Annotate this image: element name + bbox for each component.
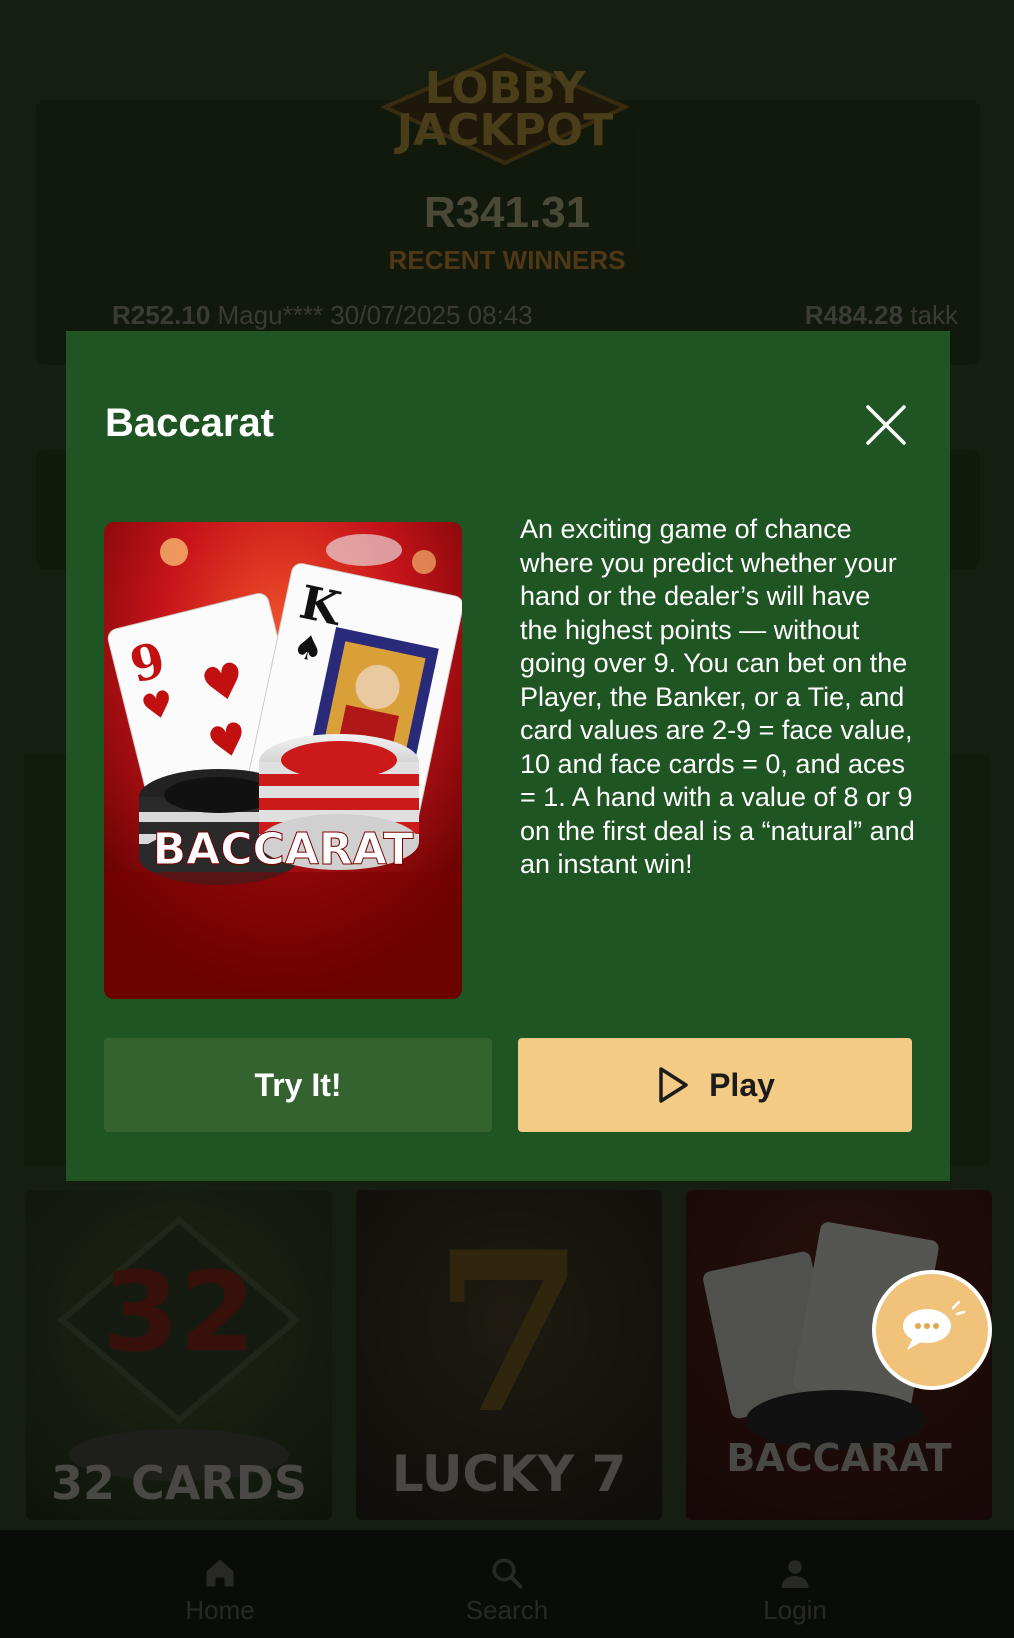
chat-icon: [903, 1300, 966, 1350]
game-description: An exciting game of chance where you pre…: [520, 514, 915, 879]
play-icon: [659, 1067, 688, 1103]
modal-title: Baccarat: [105, 401, 275, 445]
game-thumbnail: 9 ♥ ♥ ♥ K ♠ BACCARAT: [104, 522, 462, 999]
close-icon[interactable]: [864, 403, 908, 447]
chat-support-button[interactable]: [872, 1270, 992, 1390]
thumbnail-title: BACCARAT: [153, 824, 414, 875]
play-label: Play: [709, 1066, 775, 1103]
try-it-button[interactable]: Try It!: [104, 1038, 492, 1132]
game-info-modal: Baccarat 9 ♥ ♥ ♥ K ♠ BACCARAT An excitin…: [66, 331, 950, 1181]
play-button[interactable]: Play: [518, 1038, 912, 1132]
try-it-label: Try It!: [254, 1066, 342, 1103]
